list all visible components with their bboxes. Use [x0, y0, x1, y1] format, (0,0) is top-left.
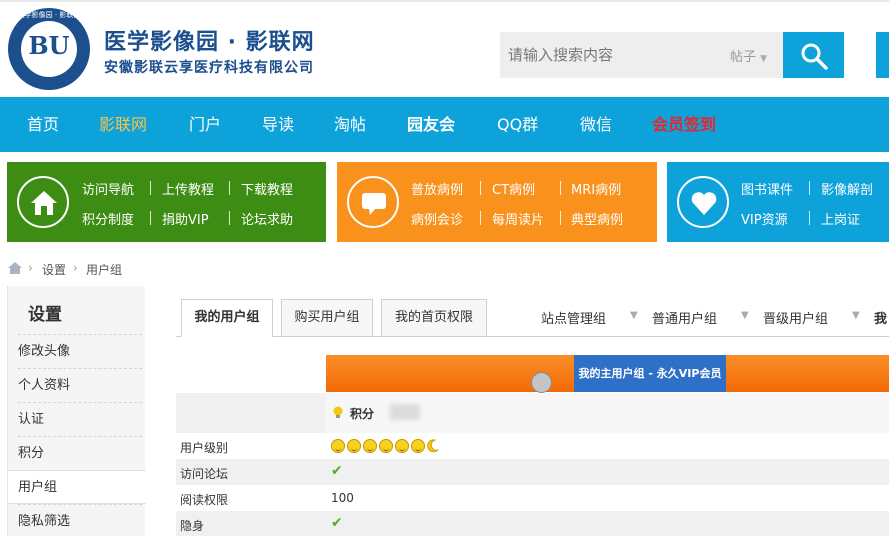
table-row: [176, 459, 889, 485]
cursor-marker: [531, 372, 552, 393]
site-logo[interactable]: 医学影像园 · 影联网 BU: [8, 8, 90, 90]
search-box: 帖子 ▼: [500, 32, 783, 78]
panel-link-weekly-reading[interactable]: 每周读片: [492, 209, 544, 228]
sidebar-item-usergroup[interactable]: 用户组: [8, 470, 146, 504]
panel-link-forum-help[interactable]: 论坛求助: [241, 209, 293, 228]
sidebar-item-verify[interactable]: 认证: [18, 402, 142, 436]
panel-resources: 图书课件 影像解剖 VIP资源 上岗证: [667, 162, 889, 242]
nav-item-guide[interactable]: 导读: [262, 97, 294, 152]
panel-icon-wrap: [17, 176, 69, 228]
points-label: 积分: [350, 407, 375, 421]
row-label-invisible: 隐身: [180, 519, 205, 533]
site-subtitle: 安徽影联云享医疗科技有限公司: [104, 60, 314, 76]
smiley-icon: [347, 438, 361, 453]
tab-home-permissions[interactable]: 我的首页权限: [381, 299, 487, 337]
nav-item-qq[interactable]: QQ群: [497, 97, 538, 152]
settings-sidebar: 设置 修改头像 个人资料 认证 积分 用户组 隐私筛选: [7, 286, 146, 536]
site-title[interactable]: 医学影像园 · 影联网: [104, 24, 315, 56]
check-icon: ✔: [331, 463, 343, 479]
sidebar-item-profile[interactable]: 个人资料: [18, 368, 142, 402]
panel-link-certificate[interactable]: 上岗证: [821, 209, 860, 228]
search-button[interactable]: [783, 32, 844, 78]
logo-letters: BU: [28, 31, 70, 60]
heart-icon: [691, 192, 717, 215]
panel-link-consultation[interactable]: 病例会诊: [411, 209, 463, 228]
nav-item-portal[interactable]: 门户: [189, 97, 221, 152]
search-input[interactable]: [500, 32, 720, 78]
panel-link-ct-cases[interactable]: CT病例: [492, 179, 535, 198]
table-row: [176, 433, 889, 459]
panel-link-vip-resources[interactable]: VIP资源: [741, 209, 788, 228]
group-link-promotion[interactable]: 晋级用户组: [763, 308, 828, 327]
read-permission-value: 100: [331, 491, 354, 505]
nav-item-home[interactable]: 首页: [27, 97, 59, 152]
search-icon: [801, 43, 828, 70]
nav-item-checkin[interactable]: 会员签到: [652, 97, 716, 152]
panel-link-points-system[interactable]: 积分制度: [82, 209, 134, 228]
panel-icon-wrap: [347, 176, 399, 228]
panel-link-upload-tutorial[interactable]: 上传教程: [162, 179, 214, 198]
sidebar-title: 设置: [28, 305, 62, 325]
panel-link-books[interactable]: 图书课件: [741, 179, 793, 198]
panel-link-download-tutorial[interactable]: 下载教程: [241, 179, 293, 198]
chat-bubble-icon: [362, 193, 386, 215]
home-icon[interactable]: [8, 262, 22, 274]
panel-link-typical-cases[interactable]: 典型病例: [571, 209, 623, 228]
smiley-icon: [331, 438, 345, 453]
chevron-down-icon: ▼: [852, 310, 860, 321]
panel-cases: 普放病例 CT病例 MRI病例 病例会诊 每周读片 典型病例: [337, 162, 657, 242]
panel-link-xray-cases[interactable]: 普放病例: [411, 179, 463, 198]
search-type-label: 帖子: [730, 50, 757, 65]
group-link-my[interactable]: 我: [874, 308, 887, 327]
tab-my-usergroup[interactable]: 我的用户组: [181, 299, 273, 337]
sidebar-item-points[interactable]: 积分: [18, 436, 142, 470]
group-link-site-admin[interactable]: 站点管理组: [541, 308, 606, 327]
nav-item-club[interactable]: 园友会: [407, 97, 455, 152]
chevron-down-icon: ▼: [741, 310, 749, 321]
smiley-icon: [363, 438, 377, 453]
chevron-down-icon: ▼: [630, 310, 638, 321]
level-icons: [331, 438, 439, 453]
tab-buy-usergroup[interactable]: 购买用户组: [281, 299, 373, 337]
smiley-icon: [379, 438, 393, 453]
panel-icon-wrap: [677, 176, 729, 228]
chevron-right-icon: ›: [73, 261, 78, 275]
breadcrumb-item-usergroup[interactable]: 用户组: [86, 261, 122, 278]
breadcrumb-item-settings[interactable]: 设置: [42, 261, 66, 278]
home-icon: [31, 191, 57, 215]
row-label-visit-forum: 访问论坛: [180, 467, 229, 481]
chevron-down-icon: ▼: [760, 54, 768, 64]
panel-link-anatomy[interactable]: 影像解剖: [821, 179, 873, 198]
main-nav: 首页 影联网 门户 导读 淘帖 园友会 QQ群 微信 会员签到: [0, 97, 889, 152]
nav-item-yinglian[interactable]: 影联网: [99, 97, 147, 152]
nav-item-wechat[interactable]: 微信: [580, 97, 612, 152]
table-row: [176, 511, 889, 536]
sidebar-item-privacy[interactable]: 隐私筛选: [18, 504, 142, 536]
search-type-select[interactable]: 帖子 ▼: [730, 46, 767, 65]
panel-link-mri-cases[interactable]: MRI病例: [571, 179, 621, 198]
panel-guide: 访问导航 上传教程 下载教程 积分制度 捐助VIP 论坛求助: [7, 162, 326, 242]
panel-link-donate-vip[interactable]: 捐助VIP: [162, 209, 209, 228]
panel-link-visit-nav[interactable]: 访问导航: [82, 179, 134, 198]
nav-item-taotie[interactable]: 淘帖: [334, 97, 366, 152]
site-header: 医学影像园 · 影联网 BU 医学影像园 · 影联网 安徽影联云享医疗科技有限公…: [0, 0, 889, 97]
smiley-icon: [395, 438, 409, 453]
main-usergroup-cell: 我的主用户组 - 永久VIP会员: [574, 355, 726, 392]
smiley-icon: [411, 438, 425, 453]
moon-icon: [427, 438, 439, 452]
chevron-right-icon: ›: [28, 261, 33, 275]
sidebar-item-avatar[interactable]: 修改头像: [18, 334, 142, 368]
row-label-level: 用户级别: [180, 441, 229, 455]
table-row: [176, 485, 889, 511]
header-side-button[interactable]: [876, 32, 889, 78]
points-value-blurred: [390, 404, 420, 420]
row-label-read-permission: 阅读权限: [180, 493, 229, 507]
check-icon: ✔: [331, 515, 343, 531]
lightbulb-icon: [333, 406, 343, 418]
logo-ring-text: 医学影像园 · 影联网: [17, 11, 81, 19]
group-link-normal[interactable]: 普通用户组: [652, 308, 717, 327]
